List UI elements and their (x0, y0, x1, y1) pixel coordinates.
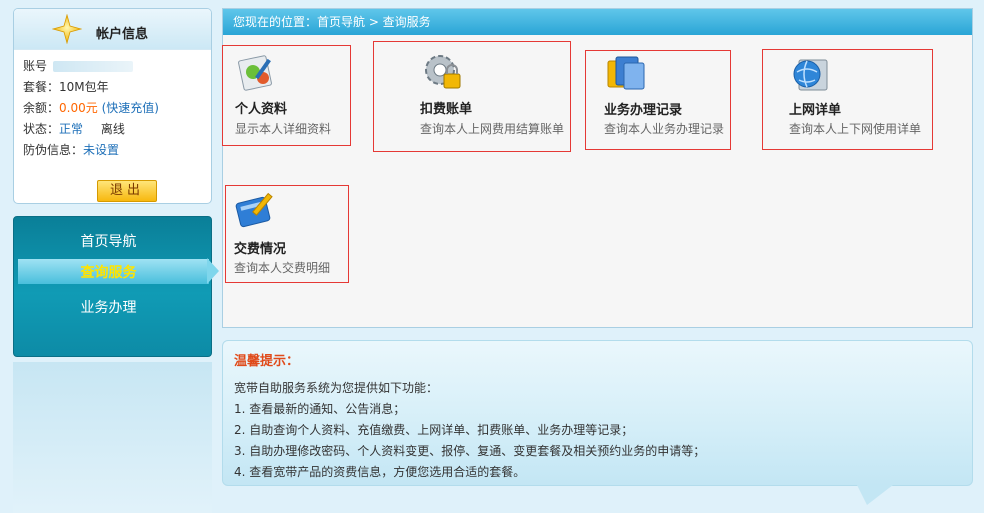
tips-title: 温馨提示： (234, 354, 300, 369)
star-icon (52, 14, 82, 44)
tips-line: 3. 自助办理修改密码、个人资料变更、报停、复通、变更套餐及相关预约业务的申请等… (234, 444, 706, 458)
tips-box: 温馨提示： 宽带自助服务系统为您提供如下功能： 1. 查看最新的通知、公告消息；… (222, 340, 973, 486)
package-value: 10M包年 (59, 80, 109, 94)
security-row: 防伪信息：未设置 (23, 140, 211, 161)
online-status: 离线 (100, 122, 125, 136)
tile-business-records[interactable]: 业务办理记录 查询本人业务办理记录 (585, 50, 731, 150)
balance-value: 0.00元 (59, 101, 98, 115)
nav-item-query[interactable]: 查询服务 (14, 262, 203, 282)
book-pen-icon (235, 192, 273, 228)
tips-pointer (857, 485, 893, 505)
account-info: 账号 套餐：10M包年 余额：0.00元 (快速充值) 状态：正常 离线 防伪信… (14, 50, 211, 161)
tile-title: 交费情况 (234, 242, 287, 257)
package-row: 套餐：10M包年 (23, 77, 211, 98)
tile-internet-usage[interactable]: 上网详单 查询本人上下网使用详单 (762, 49, 933, 150)
profile-edit-icon (238, 55, 272, 91)
balance-row: 余额：0.00元 (快速充值) (23, 98, 211, 119)
tile-desc: 查询本人业务办理记录 (604, 122, 725, 136)
account-panel: 帐户信息 账号 套餐：10M包年 余额：0.00元 (快速充值) 状态：正常 离… (13, 8, 212, 204)
tile-desc: 显示本人详细资料 (235, 122, 332, 136)
tile-desc: 查询本人上网费用结算账单 (420, 122, 565, 136)
tile-billing[interactable]: 扣费账单 查询本人上网费用结算账单 (373, 41, 571, 152)
status-value: 正常 (59, 122, 84, 136)
tile-desc: 查询本人交费明细 (234, 261, 331, 275)
tile-title: 个人资料 (235, 102, 288, 117)
nav-active-arrow (207, 258, 219, 284)
tile-title: 业务办理记录 (604, 103, 683, 118)
status-label: 状态： (23, 122, 60, 136)
nav-item-business[interactable]: 业务办理 (14, 297, 203, 317)
side-nav: 首页导航 查询服务 业务办理 (13, 216, 219, 357)
account-label: 账号 (23, 59, 48, 73)
account-row: 账号 (23, 56, 211, 77)
security-label: 防伪信息： (23, 143, 84, 157)
tile-title: 上网详单 (789, 103, 842, 118)
globe-icon (793, 59, 828, 91)
breadcrumb: 您现在的位置：首页导航 > 查询服务 (223, 9, 972, 36)
left-background (13, 362, 212, 513)
tips-intro: 宽带自助服务系统为您提供如下功能： (234, 381, 439, 395)
account-title: 帐户信息 (96, 27, 149, 42)
tile-title: 扣费账单 (420, 102, 473, 117)
tile-payments[interactable]: 交费情况 查询本人交费明细 (225, 185, 349, 283)
balance-label: 余额： (23, 101, 60, 115)
tips-line: 2. 自助查询个人资料、充值缴费、上网详单、扣费账单、业务办理等记录； (234, 423, 634, 437)
tips-line: 4. 查看宽带产品的资费信息，方便您选用合适的套餐。 (234, 465, 526, 479)
main-panel: 您现在的位置：首页导航 > 查询服务 个人资料 显示本人详细资料 扣费账单 查询… (222, 8, 973, 328)
documents-icon (607, 56, 645, 90)
security-value[interactable]: 未设置 (83, 143, 119, 157)
gear-lock-icon (425, 55, 461, 89)
package-label: 套餐： (23, 80, 60, 94)
account-header: 帐户信息 (14, 9, 211, 50)
tile-profile[interactable]: 个人资料 显示本人详细资料 (222, 45, 351, 146)
recharge-link[interactable]: (快速充值) (102, 101, 159, 115)
tile-desc: 查询本人上下网使用详单 (789, 122, 922, 136)
account-value-masked (53, 61, 134, 72)
nav-item-home[interactable]: 首页导航 (14, 231, 203, 251)
tips-line: 1. 查看最新的通知、公告消息； (234, 402, 406, 416)
logout-button[interactable]: 退出 (97, 180, 157, 202)
status-row: 状态：正常 离线 (23, 119, 211, 140)
